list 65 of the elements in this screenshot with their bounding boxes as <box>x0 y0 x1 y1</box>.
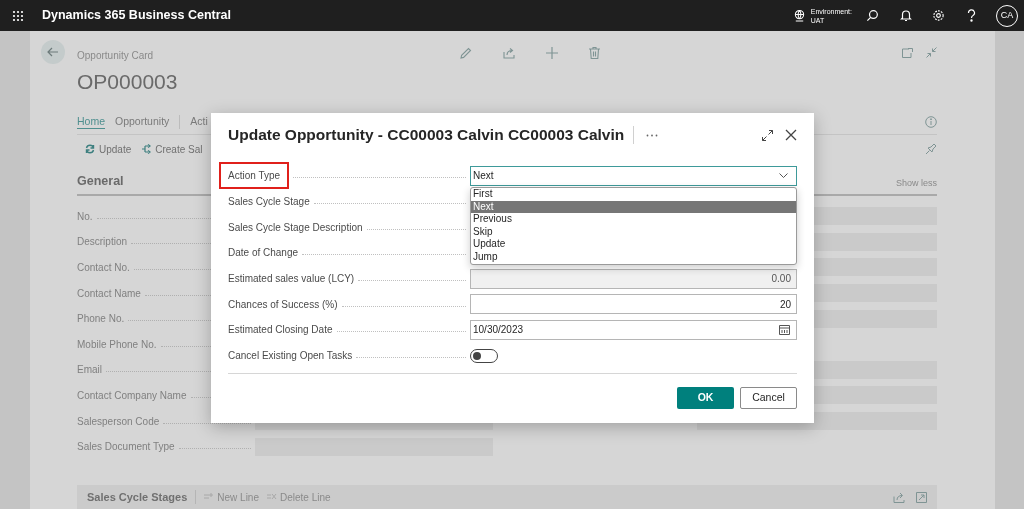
field-label: Action Type <box>219 162 290 190</box>
pin-icon[interactable] <box>925 143 937 155</box>
field-label: No. <box>77 209 93 224</box>
page-caption: Opportunity Card <box>77 49 155 63</box>
share-icon[interactable] <box>503 47 516 59</box>
field-label: Phone No. <box>77 312 125 327</box>
branch-icon <box>141 144 152 154</box>
refresh-icon <box>85 144 95 154</box>
app-launcher-icon[interactable] <box>12 9 24 22</box>
field-label: Cancel Existing Open Tasks <box>228 349 353 364</box>
field-label: Sales Document Type <box>77 440 175 455</box>
field-label: Mobile Phone No. <box>77 337 157 352</box>
action-button[interactable]: Update <box>85 141 132 157</box>
close-icon[interactable] <box>785 129 797 141</box>
delete-line-icon <box>267 493 277 501</box>
chevron-down-icon <box>779 173 788 179</box>
app-title: Dynamics 365 Business Central <box>42 7 231 25</box>
ok-button[interactable]: OK <box>677 386 734 409</box>
action-button[interactable]: Create Sal <box>141 141 203 157</box>
dropdown-field[interactable]: Next <box>470 165 797 186</box>
toggle-switch[interactable] <box>470 348 498 363</box>
field-label: Contact Company Name <box>77 388 187 403</box>
dialog-title: Update Opportunity - CC00003 Calvin CC00003 Calvin <box>228 125 625 146</box>
field-label: Chances of Success (%) <box>228 297 338 312</box>
date-field[interactable]: 10/30/2023 <box>470 319 797 340</box>
open-new-window-icon[interactable] <box>902 47 913 58</box>
field-label: Estimated sales value (LCY) <box>228 272 355 287</box>
back-arrow-icon <box>47 47 59 57</box>
pencil-icon[interactable] <box>460 47 473 59</box>
globe-icon <box>792 9 806 22</box>
dropdown-option[interactable]: Previous <box>471 213 796 226</box>
dropdown-option[interactable]: Next <box>471 200 796 214</box>
input-field: 0.00 <box>470 268 797 289</box>
collapse-icon[interactable] <box>926 47 937 58</box>
field-label: Sales Cycle Stage Description <box>228 220 363 235</box>
search-icon[interactable] <box>866 9 879 22</box>
calendar-icon <box>779 324 790 336</box>
field-label: Contact No. <box>77 261 130 275</box>
field-label: Email <box>77 363 102 378</box>
dropdown-option[interactable]: First <box>471 188 796 201</box>
share-icon[interactable] <box>893 491 905 503</box>
field-label: Date of Change <box>228 246 299 261</box>
field-label: Estimated Closing Date <box>228 323 333 338</box>
bell-icon[interactable] <box>900 9 912 22</box>
back-button[interactable] <box>41 40 65 64</box>
dropdown-option[interactable]: Update <box>471 238 796 251</box>
cancel-button[interactable]: Cancel <box>740 386 797 409</box>
dropdown-option[interactable]: Jump <box>471 250 796 264</box>
settings-icon[interactable] <box>932 9 945 22</box>
section-title: Sales Cycle Stages <box>87 489 188 505</box>
input-field[interactable]: 20 <box>470 294 797 315</box>
help-icon[interactable] <box>967 9 976 22</box>
trash-icon[interactable] <box>589 47 601 59</box>
add-line-icon <box>204 493 215 501</box>
section-title: General <box>77 172 124 190</box>
plus-icon[interactable] <box>546 47 559 59</box>
field-label: Sales Cycle Stage <box>228 195 310 210</box>
field-label: Contact Name <box>77 286 141 301</box>
record-number: OP000003 <box>77 69 178 95</box>
expand-icon[interactable] <box>762 129 773 141</box>
field-label: Description <box>77 235 128 250</box>
info-icon[interactable] <box>925 115 937 128</box>
more-options-icon[interactable] <box>646 133 659 137</box>
field-label: Salesperson Code <box>77 414 160 429</box>
dropdown-option[interactable]: Skip <box>471 225 796 239</box>
